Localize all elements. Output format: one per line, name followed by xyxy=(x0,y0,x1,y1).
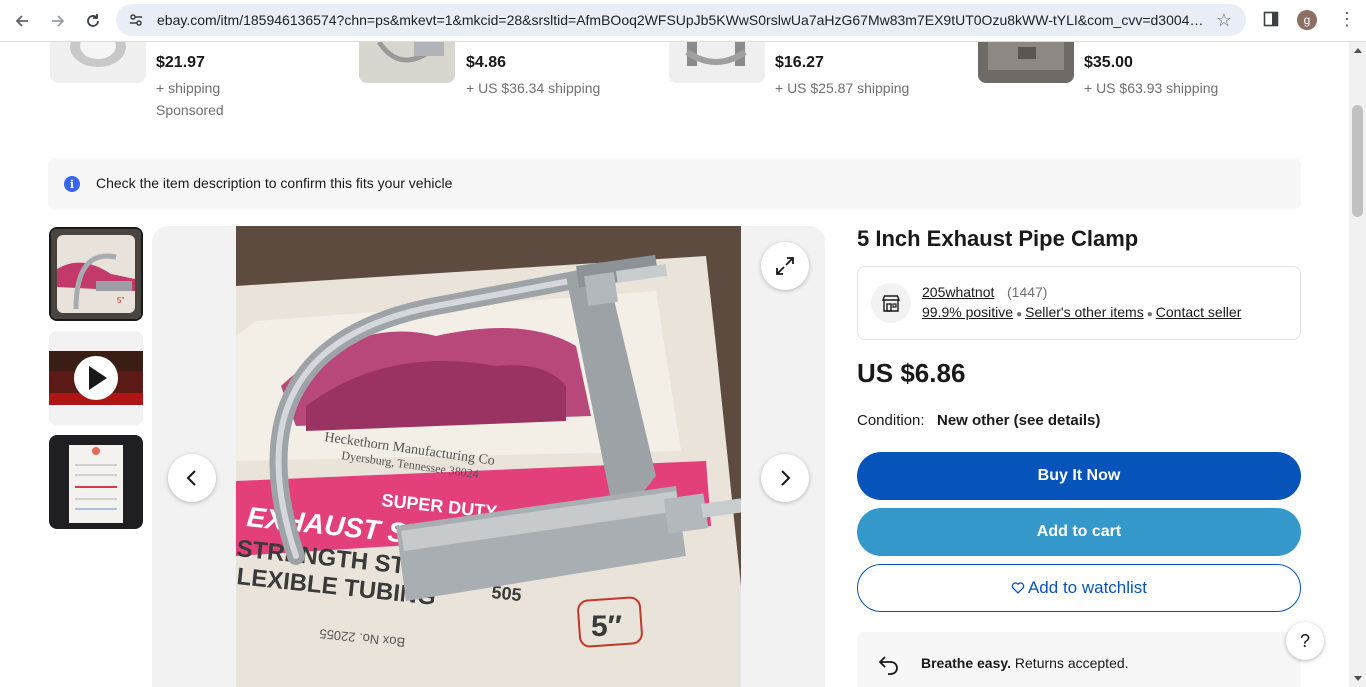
sponsored-price[interactable]: $4.86 xyxy=(466,54,506,72)
help-button[interactable]: ? xyxy=(1286,622,1324,660)
sponsored-shipping: + US $36.34 shipping xyxy=(466,80,601,96)
sponsored-shipping: + US $25.87 shipping xyxy=(775,80,910,96)
fitment-notice: i Check the item description to confirm … xyxy=(48,158,1301,210)
thumbnail-3[interactable] xyxy=(49,435,143,529)
sponsored-price[interactable]: $16.27 xyxy=(775,54,824,72)
returns-text: Breathe easy. Returns accepted. xyxy=(921,655,1129,671)
svg-text:5": 5" xyxy=(117,296,124,305)
reload-icon[interactable] xyxy=(80,8,106,34)
buy-it-now-button[interactable]: Buy It Now xyxy=(857,452,1301,500)
returns-bold-text: Breathe easy. xyxy=(921,655,1012,671)
product-photo: Heckethorn Manufacturing Co Dyersburg, T… xyxy=(236,226,741,687)
thumbnail-1-selected[interactable]: 5" xyxy=(49,227,143,321)
scroll-up-icon[interactable] xyxy=(1354,48,1362,53)
forward-icon[interactable] xyxy=(45,8,71,34)
scroll-down-icon[interactable] xyxy=(1354,676,1362,681)
seller-links: 99.9% positive ● Seller's other items ● Cont… xyxy=(922,304,1241,320)
fitment-notice-text: Check the item description to confirm th… xyxy=(96,175,453,191)
condition-label: Condition: xyxy=(857,412,925,429)
profile-avatar[interactable]: g xyxy=(1297,10,1317,30)
sponsored-price[interactable]: $21.97 xyxy=(156,54,205,72)
url-text[interactable]: ebay.com/itm/185946136574?chn=ps&mkevt=1… xyxy=(157,12,1207,28)
sponsored-item-image[interactable] xyxy=(50,42,146,83)
address-bar[interactable]: ebay.com/itm/185946136574?chn=ps&mkevt=1… xyxy=(116,4,1246,36)
browser-menu-icon[interactable]: ⋮ xyxy=(1338,9,1356,30)
add-to-watchlist-label: Add to watchlist xyxy=(1027,578,1148,597)
add-to-watchlist-button[interactable]: Add to watchlist xyxy=(857,564,1301,612)
expand-icon xyxy=(776,257,794,275)
sponsored-item-image[interactable] xyxy=(359,42,455,83)
store-icon[interactable] xyxy=(871,283,911,323)
next-image-button[interactable] xyxy=(761,454,809,502)
condition-value[interactable]: New other (see details) xyxy=(937,412,1100,429)
info-icon: i xyxy=(64,176,80,192)
sponsored-price[interactable]: $35.00 xyxy=(1084,54,1133,72)
contact-seller-link[interactable]: Contact seller xyxy=(1156,304,1242,320)
chevron-left-icon xyxy=(186,470,196,486)
chevron-right-icon xyxy=(781,470,791,486)
seller-card: 205whatnot (1447) 99.9% positive ● Seller'… xyxy=(857,266,1301,340)
sponsored-shipping: + shipping xyxy=(156,80,221,96)
back-icon[interactable] xyxy=(9,8,35,34)
sponsored-label: Sponsored xyxy=(156,102,224,118)
seller-positive-link[interactable]: 99.9% positive xyxy=(922,304,1013,320)
returns-banner: Breathe easy. Returns accepted. xyxy=(857,632,1301,687)
site-settings-icon[interactable] xyxy=(128,12,144,28)
sponsored-item-image[interactable] xyxy=(978,42,1074,83)
expand-image-button[interactable] xyxy=(761,242,809,290)
separator-dot: ● xyxy=(1016,309,1023,320)
heart-icon xyxy=(1011,582,1025,594)
vertical-scrollbar[interactable] xyxy=(1349,42,1366,687)
side-panel-icon[interactable] xyxy=(1263,11,1279,27)
item-price: US $6.86 xyxy=(857,358,966,388)
seller-name-link[interactable]: 205whatnot xyxy=(922,284,994,300)
item-title: 5 Inch Exhaust Pipe Clamp xyxy=(857,226,1139,251)
thumbnail-2-video[interactable] xyxy=(49,331,143,425)
seller-feedback-count: (1447) xyxy=(1007,284,1048,300)
bookmark-star-icon[interactable]: ☆ xyxy=(1216,10,1232,31)
main-image-viewer[interactable]: Heckethorn Manufacturing Co Dyersburg, T… xyxy=(152,226,825,687)
browser-toolbar: ebay.com/itm/185946136574?chn=ps&mkevt=1… xyxy=(0,0,1366,42)
previous-image-button[interactable] xyxy=(168,454,216,502)
separator-dot: ● xyxy=(1146,309,1153,320)
sponsored-item-image[interactable] xyxy=(669,42,765,83)
seller-other-items-link[interactable]: Seller's other items xyxy=(1025,304,1144,320)
return-arrow-icon xyxy=(878,656,898,675)
scrollbar-thumb[interactable] xyxy=(1352,105,1363,217)
add-to-cart-button[interactable]: Add to cart xyxy=(857,508,1301,556)
photo-size-label: 5″ xyxy=(591,610,622,643)
returns-detail-text: Returns accepted. xyxy=(1011,655,1129,671)
sponsored-shipping: + US $63.93 shipping xyxy=(1084,80,1219,96)
